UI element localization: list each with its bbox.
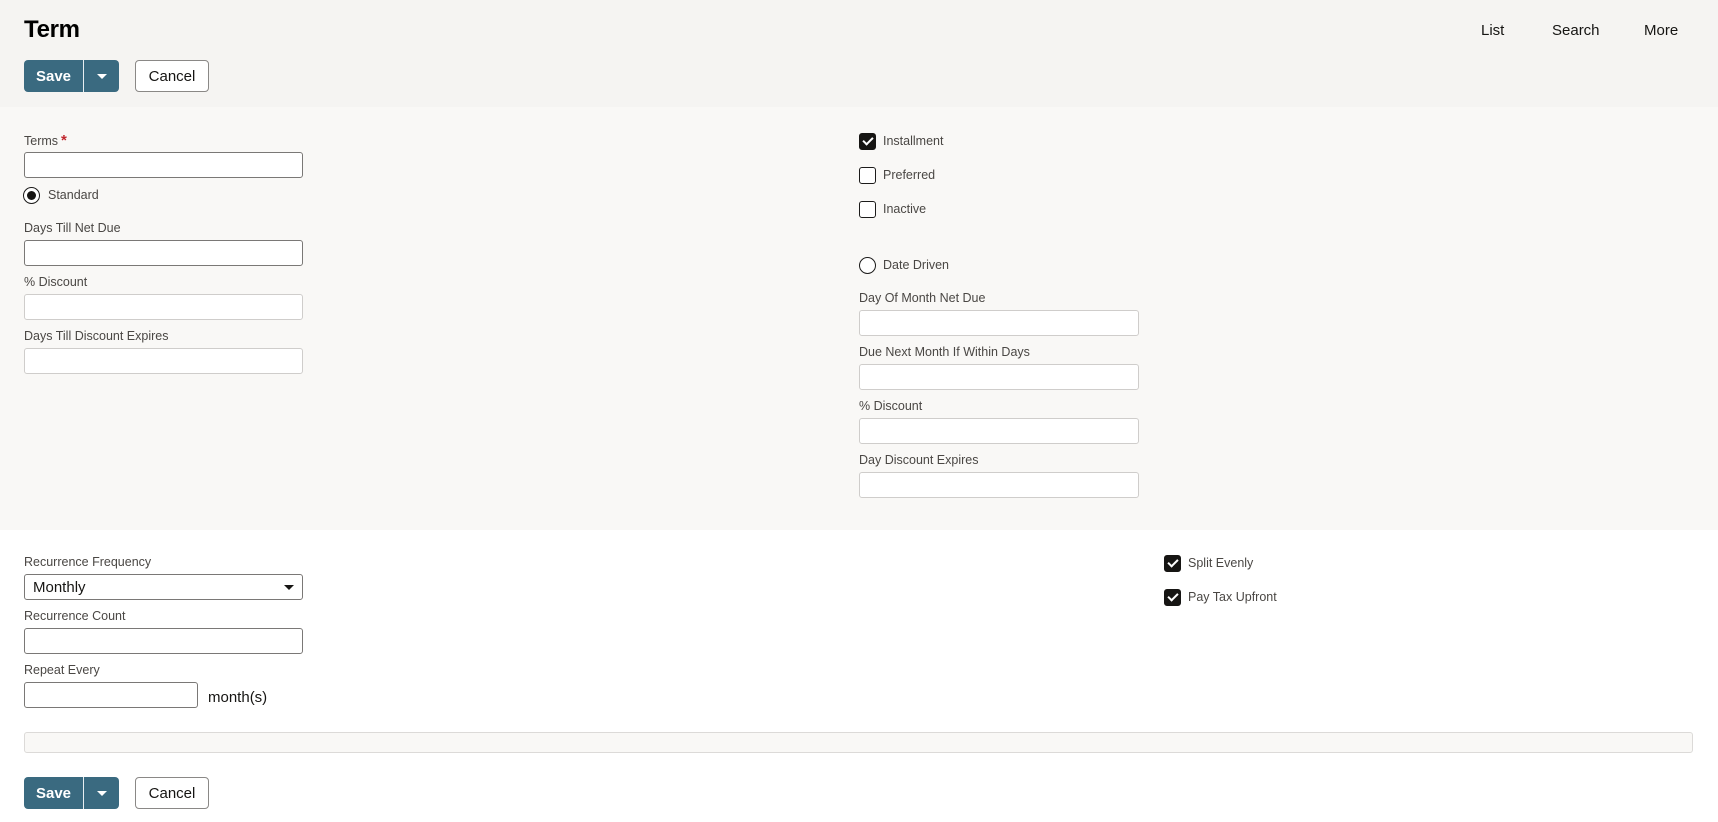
repeat-every-label: Repeat Every xyxy=(24,663,100,677)
day-of-month-net-due-input[interactable] xyxy=(859,310,1139,336)
discount-label: % Discount xyxy=(24,275,88,289)
standard-radio[interactable] xyxy=(23,187,40,204)
required-indicator: * xyxy=(61,132,67,149)
installment-label: Installment xyxy=(883,134,944,148)
standard-radio-label: Standard xyxy=(48,188,99,202)
nav-more-link[interactable]: More xyxy=(1644,22,1678,39)
preferred-checkbox[interactable] xyxy=(859,167,876,184)
caret-down-icon xyxy=(96,73,107,79)
recurrence-count-input[interactable] xyxy=(24,628,303,654)
nav-list-link[interactable]: List xyxy=(1481,22,1504,39)
days-till-net-due-input[interactable] xyxy=(24,240,303,266)
bottom-save-options-button[interactable] xyxy=(84,777,119,809)
recurrence-frequency-label: Recurrence Frequency xyxy=(24,555,152,569)
due-next-month-input[interactable] xyxy=(859,364,1139,390)
discount-input[interactable] xyxy=(24,294,303,320)
installment-checkbox[interactable] xyxy=(859,133,876,150)
days-till-discount-expires-input[interactable] xyxy=(24,348,303,374)
recurrence-count-label: Recurrence Count xyxy=(24,609,126,623)
day-discount-expires-label: Day Discount Expires xyxy=(859,453,979,467)
repeat-every-input[interactable] xyxy=(24,682,198,708)
pay-tax-upfront-checkbox[interactable] xyxy=(1164,589,1181,606)
repeat-every-unit: month(s) xyxy=(208,689,268,706)
recurrence-frequency-select[interactable]: Monthly xyxy=(24,574,303,600)
days-till-discount-expires-label: Days Till Discount Expires xyxy=(24,329,169,343)
date-driven-discount-input[interactable] xyxy=(859,418,1139,444)
page-header: Term List Search More Save Cancel xyxy=(0,0,1718,107)
inactive-label: Inactive xyxy=(883,202,927,216)
terms-label: Terms * xyxy=(24,132,67,149)
caret-down-icon xyxy=(96,790,107,796)
split-evenly-checkbox[interactable] xyxy=(1164,555,1181,572)
nav-search-link[interactable]: Search xyxy=(1552,22,1600,39)
bottom-save-button-group: Save xyxy=(24,777,119,809)
save-options-button[interactable] xyxy=(84,60,119,92)
days-till-net-due-label: Days Till Net Due xyxy=(24,221,121,235)
terms-label-text: Terms xyxy=(24,134,59,148)
sublist-bar xyxy=(24,732,1693,753)
cancel-button[interactable]: Cancel xyxy=(135,60,209,92)
recurrence-frequency-value: Monthly xyxy=(33,578,86,596)
date-driven-discount-label: % Discount xyxy=(859,399,923,413)
inactive-checkbox[interactable] xyxy=(859,201,876,218)
due-next-month-label: Due Next Month If Within Days xyxy=(859,345,1030,359)
day-of-month-net-due-label: Day Of Month Net Due xyxy=(859,291,986,305)
page-title: Term xyxy=(24,16,80,43)
bottom-save-button[interactable]: Save xyxy=(24,777,84,809)
date-driven-radio[interactable] xyxy=(859,257,876,274)
day-discount-expires-input[interactable] xyxy=(859,472,1139,498)
save-button[interactable]: Save xyxy=(24,60,84,92)
preferred-label: Preferred xyxy=(883,168,936,182)
save-button-group: Save xyxy=(24,60,119,92)
dropdown-caret-icon xyxy=(284,585,294,590)
pay-tax-upfront-label: Pay Tax Upfront xyxy=(1188,590,1277,604)
date-driven-label: Date Driven xyxy=(883,258,949,272)
bottom-cancel-button[interactable]: Cancel xyxy=(135,777,209,809)
terms-input[interactable] xyxy=(24,152,303,178)
split-evenly-label: Split Evenly xyxy=(1188,556,1254,570)
